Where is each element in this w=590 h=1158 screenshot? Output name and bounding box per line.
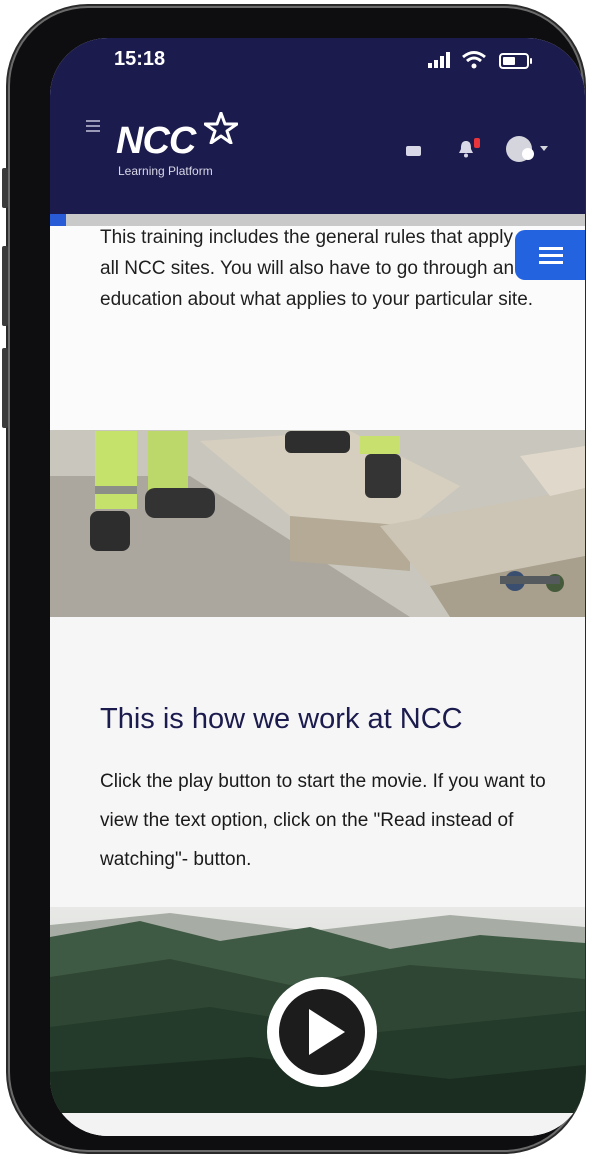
- signal-icon: [428, 52, 450, 68]
- phone-volume-up: [2, 246, 8, 326]
- phone-silent-switch: [2, 168, 8, 208]
- intro-text: This training includes the general rules…: [100, 227, 535, 310]
- lesson-content[interactable]: This training includes the general rules…: [50, 226, 585, 1136]
- course-progress-bar: [50, 214, 585, 226]
- notification-badge: [474, 138, 480, 148]
- section-instructions: Click the play button to start the movie…: [100, 771, 546, 870]
- menu-icon-line: [539, 261, 563, 264]
- ncc-logo[interactable]: NCC Learning Platform: [116, 112, 246, 188]
- mail-icon[interactable]: [406, 146, 421, 156]
- video-intro-section: This is how we work at NCC Click the pla…: [50, 617, 585, 907]
- floating-menu-button[interactable]: [515, 230, 585, 280]
- menu-icon-line: [539, 254, 563, 257]
- phone-screen: 15:18 NCC Learning Platform This trainin…: [50, 38, 585, 1136]
- play-button[interactable]: [267, 977, 377, 1087]
- avatar-status-dot: [522, 148, 534, 160]
- logo-text: NCC: [116, 120, 196, 162]
- phone-frame: 15:18 NCC Learning Platform This trainin…: [2, 8, 585, 1150]
- bell-icon[interactable]: [458, 140, 474, 158]
- status-time: 15:18: [114, 48, 166, 70]
- hero-section: This training includes the general rules…: [50, 226, 585, 617]
- logo-star-icon: [204, 112, 238, 144]
- app-header: NCC Learning Platform: [50, 88, 585, 214]
- phone-volume-down: [2, 348, 8, 428]
- play-icon: [309, 1009, 345, 1055]
- play-button-inner: [279, 989, 365, 1075]
- wifi-icon: [462, 51, 486, 69]
- status-bar: 15:18: [50, 38, 585, 88]
- section-title: This is how we work at NCC: [100, 703, 463, 735]
- progress-fill: [50, 214, 67, 226]
- next-section-background: [50, 1113, 585, 1136]
- video-player[interactable]: [50, 907, 585, 1113]
- battery-icon: [499, 53, 532, 69]
- logo-subtitle: Learning Platform: [118, 164, 213, 178]
- menu-icon-line: [539, 247, 563, 250]
- chevron-down-icon[interactable]: [540, 146, 548, 151]
- hamburger-icon[interactable]: [86, 120, 100, 135]
